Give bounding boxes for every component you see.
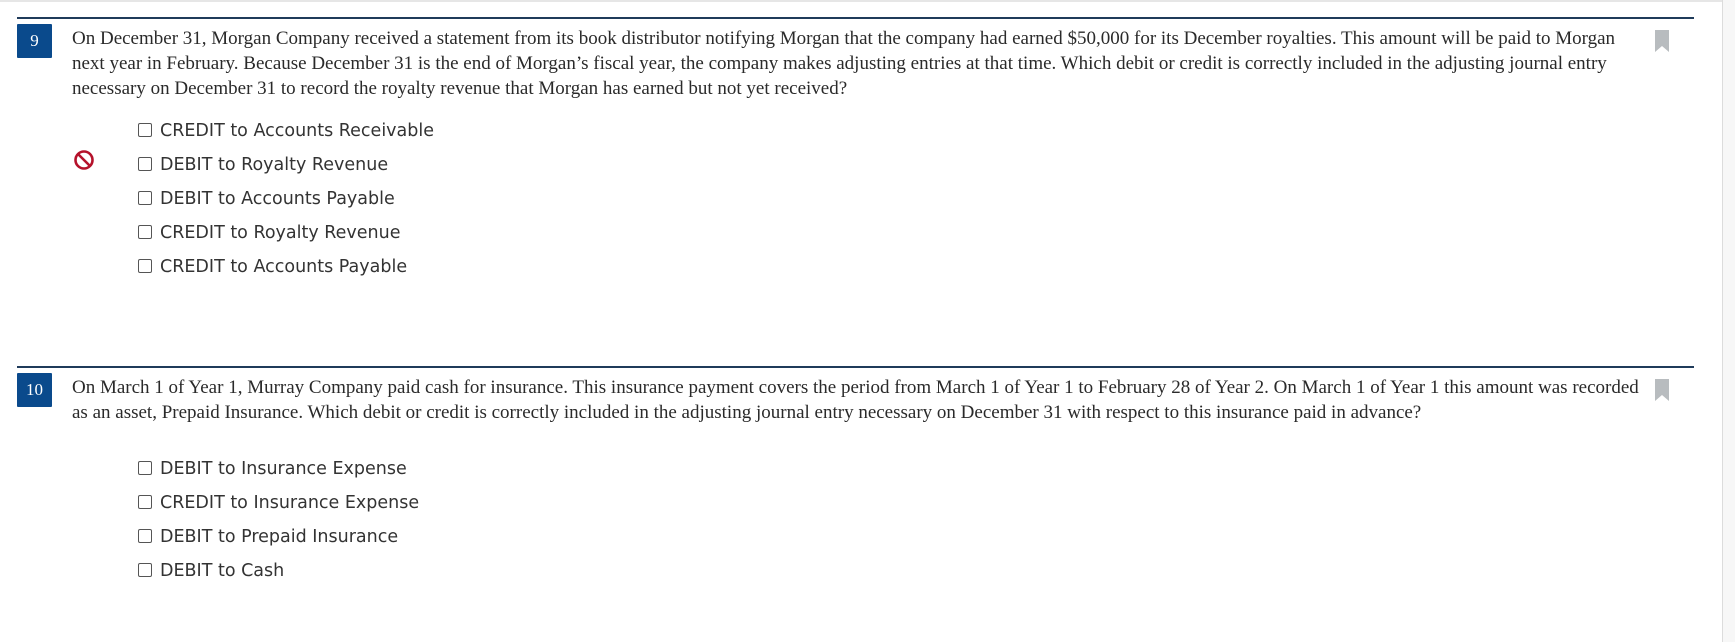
question-divider bbox=[17, 17, 1694, 19]
scrollbar-track[interactable] bbox=[1722, 0, 1735, 642]
answer-option[interactable]: DEBIT to Prepaid Insurance bbox=[138, 520, 419, 554]
bookmark-icon[interactable] bbox=[1655, 30, 1669, 52]
answer-option[interactable]: DEBIT to Royalty Revenue bbox=[138, 148, 434, 182]
question-text: On March 1 of Year 1, Murray Company pai… bbox=[72, 377, 1639, 423]
question-divider bbox=[17, 366, 1694, 368]
answer-option[interactable]: CREDIT to Insurance Expense bbox=[138, 486, 419, 520]
answer-option[interactable]: CREDIT to Accounts Receivable bbox=[138, 114, 434, 148]
answer-label: DEBIT to Cash bbox=[160, 561, 285, 581]
answer-label: CREDIT to Insurance Expense bbox=[160, 493, 420, 513]
answer-checkbox[interactable] bbox=[138, 563, 152, 577]
answer-checkbox[interactable] bbox=[138, 259, 152, 273]
answer-option[interactable]: DEBIT to Insurance Expense bbox=[138, 452, 419, 486]
answer-checkbox[interactable] bbox=[138, 529, 152, 543]
answer-label: DEBIT to Insurance Expense bbox=[160, 459, 407, 479]
answer-option[interactable]: DEBIT to Cash bbox=[138, 554, 419, 588]
answer-checkbox[interactable] bbox=[138, 123, 152, 137]
answer-option[interactable]: CREDIT to Royalty Revenue bbox=[138, 216, 434, 250]
answer-option[interactable]: CREDIT to Accounts Payable bbox=[138, 250, 434, 284]
question-number-badge: 10 bbox=[17, 373, 52, 407]
answer-checkbox[interactable] bbox=[138, 225, 152, 239]
answer-option[interactable]: DEBIT to Accounts Payable bbox=[138, 182, 434, 216]
answer-label: DEBIT to Accounts Payable bbox=[160, 189, 395, 209]
answer-checkbox[interactable] bbox=[138, 495, 152, 509]
answer-label: CREDIT to Royalty Revenue bbox=[160, 223, 401, 243]
answer-checkbox[interactable] bbox=[138, 191, 152, 205]
question-number-badge: 9 bbox=[17, 24, 52, 58]
bookmark-icon[interactable] bbox=[1655, 379, 1669, 401]
answer-label: CREDIT to Accounts Receivable bbox=[160, 121, 435, 141]
prohibited-icon bbox=[74, 150, 94, 170]
answer-checkbox[interactable] bbox=[138, 461, 152, 475]
answer-label: CREDIT to Accounts Payable bbox=[160, 257, 408, 277]
answer-options-q9: CREDIT to Accounts Receivable DEBIT to R… bbox=[138, 114, 434, 284]
answer-checkbox[interactable] bbox=[138, 157, 152, 171]
question-text: On December 31, Morgan Company received … bbox=[72, 28, 1616, 99]
answer-label: DEBIT to Royalty Revenue bbox=[160, 155, 389, 175]
answer-options-q10: DEBIT to Insurance Expense CREDIT to Ins… bbox=[138, 452, 419, 588]
answer-label: DEBIT to Prepaid Insurance bbox=[160, 527, 399, 547]
top-border bbox=[0, 0, 1735, 2]
